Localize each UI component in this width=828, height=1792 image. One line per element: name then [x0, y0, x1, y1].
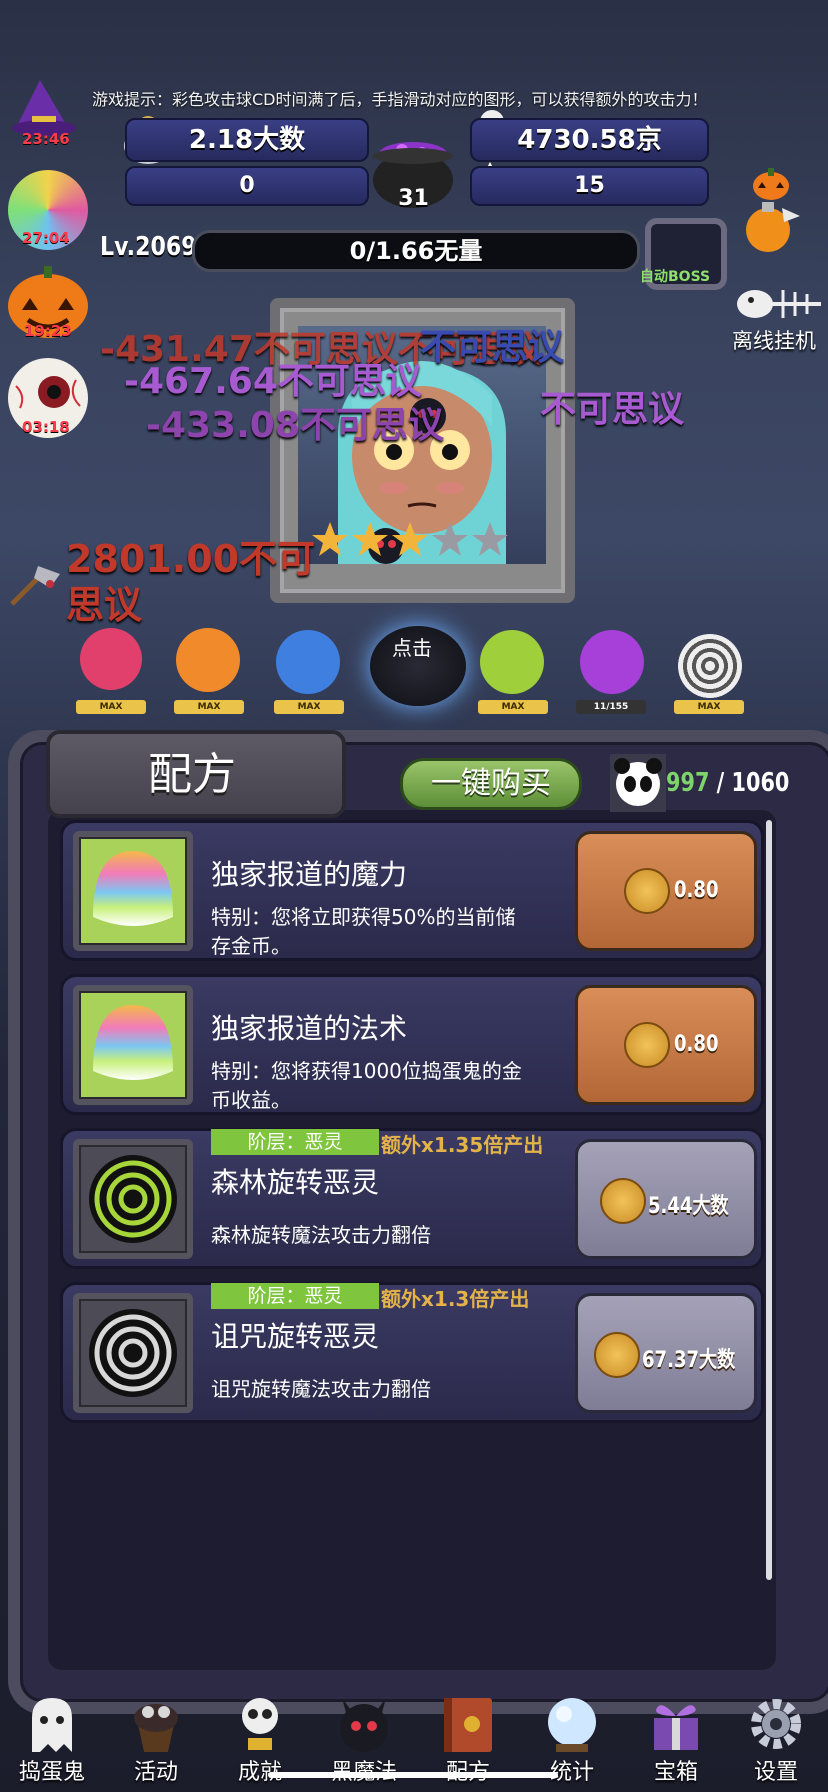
- buy-button[interactable]: 5.44大数: [575, 1139, 757, 1259]
- recipe-desc: 诅咒旋转魔法攻击力翻倍: [211, 1377, 431, 1401]
- axe-icon: [4, 560, 64, 614]
- candy-count-display: 15: [470, 166, 709, 206]
- player-level: Lv.2069: [100, 232, 197, 262]
- recipe-title: 配方: [148, 749, 236, 800]
- pumpkin-coin-icon: [624, 1022, 670, 1068]
- book-icon: [444, 1698, 492, 1752]
- creature-row: MAX MAX MAX 点击 MAX 11/155 MAX: [66, 600, 766, 720]
- recipe-desc: 特别：您将立即获得50%的当前储 存金币。: [211, 905, 516, 958]
- xp-bar: 0/1.66无量: [192, 230, 640, 272]
- ghost-icon: [32, 1698, 72, 1752]
- auto-boss-label[interactable]: 自动BOSS: [640, 266, 710, 286]
- creature-red[interactable]: MAX: [72, 600, 152, 714]
- witch-hat-icon[interactable]: [10, 78, 80, 138]
- potion-icon[interactable]: [742, 198, 802, 258]
- creature-orange[interactable]: MAX: [172, 600, 252, 714]
- coins-display: 2.18大数: [125, 118, 369, 162]
- crystal-ball-icon: [548, 1698, 596, 1752]
- recipe-desc: 特别：您将获得1000位捣蛋鬼的金 币收益。: [211, 1059, 522, 1112]
- panda-icon: [610, 754, 666, 812]
- gear-icon: [751, 1699, 801, 1749]
- buy-button[interactable]: 0.80: [575, 831, 757, 951]
- green-spiral-orb-icon: [73, 1139, 193, 1259]
- buy-all-button[interactable]: 一键购买: [400, 758, 582, 810]
- white-spiral-orb-icon: [73, 1293, 193, 1413]
- recipe-item: 独家报道的魔力 特别：您将立即获得50%的当前储 存金币。 0.80: [60, 820, 764, 961]
- damage-text: -433.08不可思议: [146, 405, 444, 446]
- price: 67.37大数: [642, 1348, 736, 1373]
- nav-settings[interactable]: 设置: [724, 1690, 828, 1792]
- creature-blue[interactable]: MAX: [272, 600, 352, 714]
- offline-label[interactable]: 离线挂机: [732, 325, 816, 355]
- nav-activity[interactable]: 活动: [104, 1690, 208, 1792]
- timer-hat: 23:46: [22, 130, 70, 148]
- bow-count-display: 0: [125, 166, 369, 206]
- recipe-name: 森林旋转恶灵: [211, 1166, 380, 1199]
- timer-candy: 27:04: [22, 229, 70, 247]
- pumpkin-coin-icon: [624, 868, 670, 914]
- pumpkin-coin-icon: [594, 1332, 640, 1378]
- click-demon[interactable]: 点击: [366, 600, 476, 706]
- creature-green[interactable]: MAX: [476, 600, 556, 714]
- buy-button[interactable]: 0.80: [575, 985, 757, 1105]
- rainbow-jelly-icon: [73, 985, 193, 1105]
- recipe-item: 阶层：恶灵 额外x1.35倍产出 森林旋转恶灵 森林旋转魔法攻击力翻倍 5.44…: [60, 1128, 764, 1269]
- nav-chest[interactable]: 宝箱: [624, 1690, 728, 1792]
- creature-purple[interactable]: 11/155: [574, 600, 654, 714]
- recipe-scrollbar[interactable]: [766, 820, 772, 1580]
- nav-ghost[interactable]: 捣蛋鬼: [0, 1690, 104, 1792]
- price: 0.80: [674, 878, 719, 903]
- home-indicator[interactable]: [268, 1772, 558, 1778]
- demon-icon: [340, 1698, 388, 1752]
- recipe-desc: 森林旋转魔法攻击力翻倍: [211, 1223, 431, 1247]
- tier-badge: 阶层：恶灵: [211, 1129, 379, 1155]
- bonus-text: 额外x1.3倍产出: [381, 1287, 530, 1311]
- fish-bone-icon[interactable]: [735, 282, 825, 330]
- skull-currency-display: 4730.58京: [470, 118, 709, 162]
- pumpkin-coin-icon: [600, 1178, 646, 1224]
- rainbow-jelly-icon: [73, 831, 193, 951]
- recipe-name: 诅咒旋转恶灵: [211, 1320, 380, 1353]
- creature-spiral[interactable]: MAX: [672, 600, 752, 714]
- cauldron-count: 31: [398, 186, 429, 211]
- timer-pumpkin: 19:23: [24, 322, 72, 340]
- skull-trophy-icon: [242, 1698, 278, 1750]
- enemy-stars: [310, 520, 510, 564]
- timer-eyeball: 03:18: [22, 418, 70, 436]
- damage-text: 不可思议: [420, 327, 565, 368]
- bonus-text: 额外x1.35倍产出: [381, 1133, 544, 1157]
- price: 0.80: [674, 1032, 719, 1057]
- capacity-display: 997 / 1060: [666, 768, 790, 798]
- recipe-item: 阶层：恶灵 额外x1.3倍产出 诅咒旋转恶灵 诅咒旋转魔法攻击力翻倍 67.37…: [60, 1282, 764, 1423]
- price: 5.44大数: [648, 1194, 729, 1219]
- recipe-name: 独家报道的魔力: [211, 858, 408, 891]
- tier-badge: 阶层：恶灵: [211, 1283, 379, 1309]
- buy-button[interactable]: 67.37大数: [575, 1293, 757, 1413]
- cupcake-icon: [134, 1704, 178, 1752]
- damage-text: 不可思议: [540, 389, 685, 430]
- game-tip: 游戏提示：彩色攻击球CD时间满了后，手指滑动对应的图形，可以获得额外的攻击力！: [92, 90, 708, 109]
- gift-box-icon: [654, 1705, 698, 1750]
- recipe-name: 独家报道的法术: [211, 1012, 408, 1045]
- recipe-item: 独家报道的法术 特别：您将获得1000位捣蛋鬼的金 币收益。 0.80: [60, 974, 764, 1115]
